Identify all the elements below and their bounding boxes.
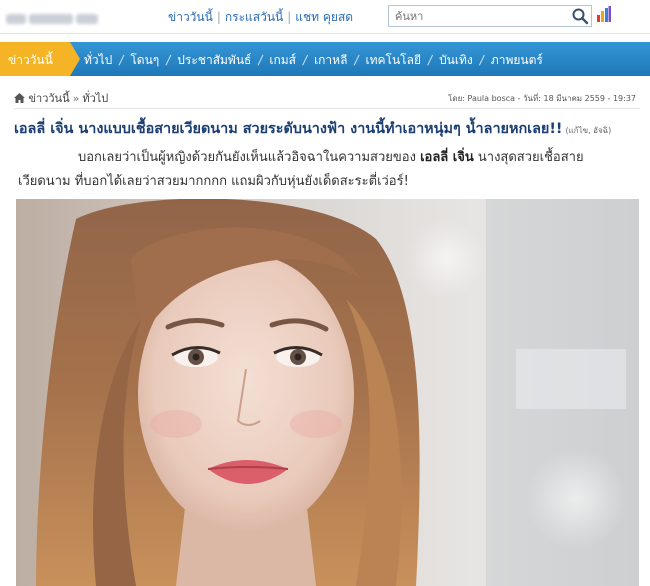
separator: / [119,53,124,67]
headline-text: เอลลี่ เจิ่น นางแบบเชื้อสายเวียดนาม สวยร… [14,121,563,137]
site-logo-blurred [6,9,106,24]
nav-home-label: ข่าววันนี้ [8,53,53,67]
article-photo [16,199,639,586]
nav-item-entertainment[interactable]: บันเทิง [439,53,473,67]
intro-text-3: เวียดนาม ที่บอกได้เลยว่าสวยมากกกก แถมผิว… [18,174,409,189]
headline-credit: (แก้ไข, อัจฉิ) [565,126,612,135]
article-byline: โดย: Paula bosca - วันที่: 18 มีนาคม 255… [448,94,636,103]
nav-item-viral[interactable]: โดนๆ [130,53,159,67]
main-nav: ข่าววันนี้ ทั่วไป / โดนๆ / ประชาสัมพันธ์ / เกม… [0,42,650,76]
nav-item-korea[interactable]: เกาหลี [314,53,347,67]
separator: / [354,53,359,67]
intro-name: เอลลี่ เจิ่น [420,150,474,165]
nav-item-general[interactable]: ทั่วไป [84,53,112,67]
search-icon[interactable] [571,7,589,25]
separator: / [258,53,263,67]
top-bar: ข่าววันนี้ | กระแสวันนี้ | แชท คุยสด [0,0,650,34]
nav-items: ทั่วไป / โดนๆ / ประชาสัมพันธ์ / เกมส์ / เกาหลี / เ… [84,51,543,70]
portrait-illustration [16,199,639,586]
intro-text-1: บอกเลยว่าเป็นผู้หญิงด้วยกันยังเห็นแล้วอิ… [78,150,416,165]
separator: / [166,53,171,67]
article-headline: เอลลี่ เจิ่น นางแบบเชื้อสายเวียดนาม สวยร… [14,117,644,140]
top-link-trending[interactable]: กระแสวันนี้ [225,10,283,24]
intro-text-2: นางสุดสวยเชื้อสาย [473,150,584,165]
separator: | [287,10,292,24]
separator: / [428,53,433,67]
separator: / [303,53,308,67]
divider [14,108,640,109]
breadcrumb-section[interactable]: ทั่วไป [82,92,108,105]
search-box [388,5,592,27]
home-icon[interactable] [14,93,25,103]
top-link-news-today[interactable]: ข่าววันนี้ [168,10,213,24]
separator: | [216,10,221,24]
nav-item-games[interactable]: เกมส์ [269,53,296,67]
search-input[interactable] [389,6,567,26]
page: ข่าววันนี้|กระแสวันนี้|แชท คุยสด ข่าววัน… [0,0,650,586]
nav-home-tab[interactable]: ข่าววันนี้ [0,42,80,76]
nav-item-pr[interactable]: ประชาสัมพันธ์ [177,53,251,67]
nav-item-technology[interactable]: เทคโนโลยี [365,53,421,67]
separator: / [479,53,484,67]
nav-item-movies[interactable]: ภาพยนตร์ [491,53,543,67]
top-links: ข่าววันนี้ | กระแสวันนี้ | แชท คุยสด [168,8,353,27]
bar-chart-icon[interactable] [597,6,611,22]
breadcrumb-home[interactable]: ข่าววันนี้ [29,92,70,105]
top-link-chat[interactable]: แชท คุยสด [295,10,353,24]
article-intro: บอกเลยว่าเป็นผู้หญิงด้วยกันยังเห็นแล้วอิ… [18,146,638,194]
breadcrumb: ข่าววันนี้» ทั่วไป [14,89,108,107]
breadcrumb-separator: » [72,92,80,105]
